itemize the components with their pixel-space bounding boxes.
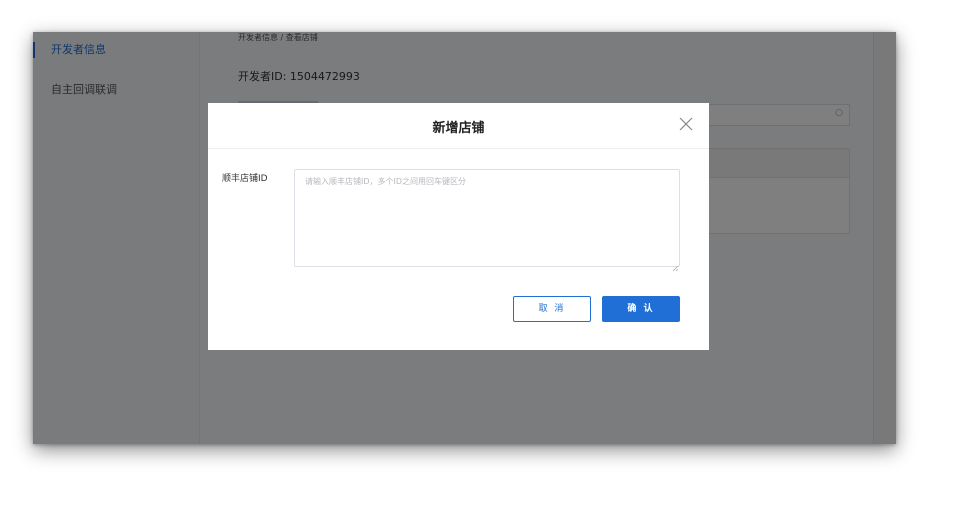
cancel-button[interactable]: 取 消 (513, 296, 591, 322)
add-store-dialog: 新增店铺 顺丰店铺ID 取 消 确 认 (208, 103, 709, 350)
store-id-textarea[interactable] (294, 169, 680, 267)
resize-handle-icon[interactable] (671, 257, 679, 272)
store-id-label: 顺丰店铺ID (222, 174, 268, 184)
close-icon[interactable] (677, 115, 695, 133)
dialog-title: 新增店铺 (432, 121, 485, 136)
dialog-header: 新增店铺 (208, 103, 709, 149)
confirm-button[interactable]: 确 认 (602, 296, 680, 322)
